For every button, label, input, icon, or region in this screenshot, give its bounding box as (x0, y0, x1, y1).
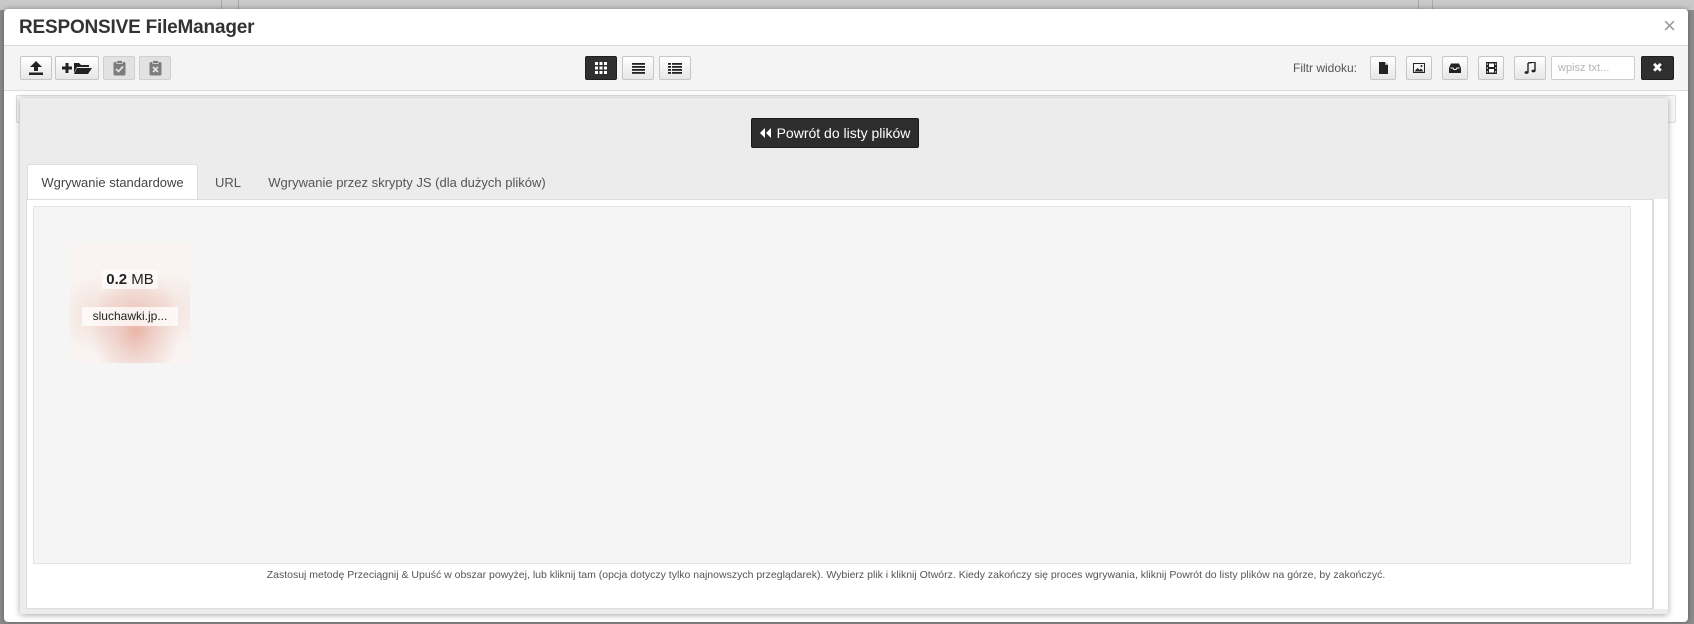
paste-button[interactable] (103, 56, 135, 80)
tab-js-upload[interactable]: Wgrywanie przez skrypty JS (dla dużych p… (258, 164, 556, 200)
filter-music-button[interactable] (1514, 56, 1546, 80)
dropzone[interactable]: 0.2 MB sluchawki.jp... (33, 206, 1631, 564)
tab-content: 0.2 MB sluchawki.jp... Zastosuj metodę P… (26, 199, 1653, 609)
close-icon[interactable]: × (1663, 15, 1676, 37)
upload-hint: Zastosuj metodę Przeciągnij & Upuść w ob… (266, 569, 1386, 581)
plus-folder-icon (62, 61, 92, 75)
upload-icon (28, 61, 44, 75)
file-size: 0.2 MB (70, 270, 190, 289)
modal-title: RESPONSIVE FileManager (19, 17, 255, 38)
filter-video-button[interactable] (1478, 56, 1504, 80)
file-size-unit: MB (131, 271, 154, 288)
columns-list-icon (668, 62, 682, 74)
view-columns-button[interactable] (659, 56, 691, 80)
filter-input[interactable] (1551, 56, 1635, 80)
file-manager-modal: RESPONSIVE FileManager × Filtr widoku: w… (4, 9, 1688, 622)
upload-button[interactable] (20, 56, 52, 80)
back-to-list-button[interactable]: Powrót do listy plików (751, 118, 919, 148)
toolbar: Filtr widoku: ✖ (4, 46, 1688, 91)
filter-archives-button[interactable] (1442, 56, 1468, 80)
inbox-icon (1449, 63, 1461, 73)
clipboard-check-icon (113, 60, 126, 76)
clear-filter-button[interactable]: ✖ (1641, 56, 1674, 80)
filter-label: Filtr widoku: (1293, 61, 1358, 75)
filter-files-button[interactable] (1370, 56, 1396, 80)
tab-standard-upload[interactable]: Wgrywanie standardowe (27, 164, 198, 200)
clear-filter-icon: ✖ (1652, 60, 1663, 75)
file-preview: 0.2 MB sluchawki.jp... (70, 243, 190, 363)
clear-clipboard-button[interactable] (139, 56, 171, 80)
view-grid-button[interactable] (585, 56, 617, 80)
music-icon (1524, 62, 1536, 74)
grid-icon (595, 62, 607, 74)
file-size-value: 0.2 (106, 271, 128, 288)
tab-url[interactable]: URL (206, 164, 250, 200)
view-list-button[interactable] (622, 56, 654, 80)
new-folder-button[interactable] (55, 56, 99, 80)
image-icon (1413, 63, 1425, 73)
file-icon (1378, 62, 1388, 74)
fast-backward-icon (759, 125, 771, 141)
scrollbar[interactable] (1653, 199, 1668, 609)
clipboard-x-icon (149, 60, 162, 76)
list-icon (631, 62, 645, 74)
upload-panel: Powrót do listy plików Wgrywanie standar… (20, 98, 1668, 614)
back-to-list-label: Powrót do listy plików (776, 125, 911, 141)
upload-tabs: Wgrywanie standardowe URL Wgrywanie prze… (20, 164, 1668, 200)
film-icon (1485, 62, 1497, 74)
file-name: sluchawki.jp... (82, 307, 178, 326)
file-thumbnail (70, 243, 190, 363)
modal-header: RESPONSIVE FileManager × (4, 9, 1688, 46)
filter-images-button[interactable] (1406, 56, 1432, 80)
